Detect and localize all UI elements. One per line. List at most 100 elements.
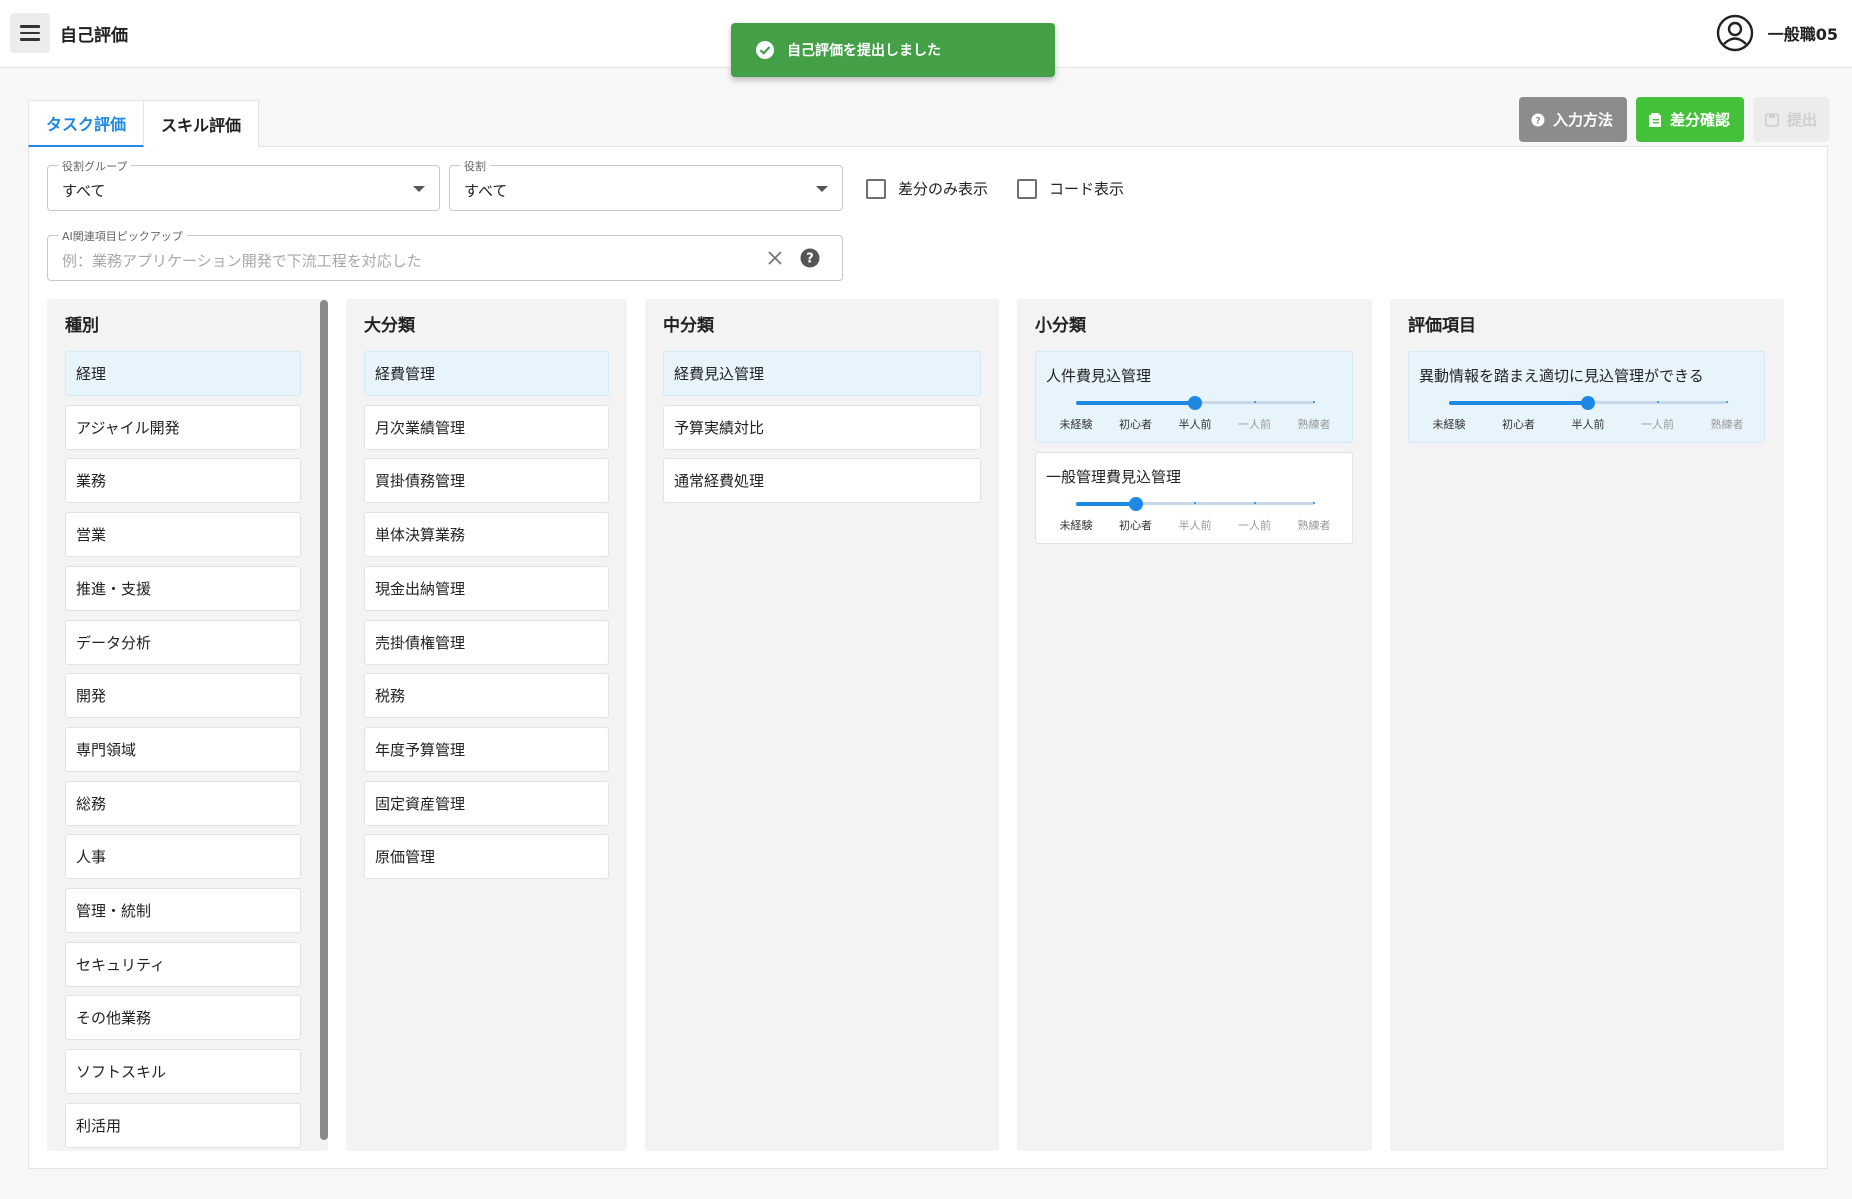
slider-level-label: 半人前 xyxy=(1178,519,1212,532)
role-value: すべて xyxy=(464,182,508,200)
document-icon xyxy=(1649,112,1661,127)
slider-thumb[interactable] xyxy=(1581,395,1595,410)
kind-item[interactable]: データ分析 xyxy=(65,619,301,665)
major-column: 大分類 経費管理月次業績管理 買掛債務管理 単体決算業務 現金出納管理 売掛債権管理 税務… xyxy=(346,299,627,1151)
slider-level-label: 未経験 xyxy=(1432,418,1466,431)
major-item[interactable]: 売掛債権管理 xyxy=(364,619,609,665)
kind-item[interactable]: 推進・支援 xyxy=(65,565,301,611)
slider-tick xyxy=(1313,401,1315,403)
clear-icon[interactable] xyxy=(764,247,786,269)
major-item[interactable]: 月次業績管理 xyxy=(364,404,609,450)
howto-button[interactable]: ? 入力方法 xyxy=(1519,97,1627,142)
slider-tick xyxy=(1656,401,1659,403)
major-item[interactable]: 経費管理 xyxy=(364,351,609,396)
middle-item[interactable]: 通常経費処理 xyxy=(663,458,981,504)
slider-level-label: 熟練者 xyxy=(1710,418,1744,431)
help-circle-icon: ? xyxy=(1531,113,1545,126)
minor-slider-card: 人件費見込管理 未経験 初心者 半人前 一人前 熟練者 xyxy=(1035,351,1353,443)
snackbar-message: 自己評価を提出しました xyxy=(787,43,941,59)
diff-only-checkbox[interactable]: 差分のみ表示 xyxy=(866,178,988,199)
kind-item[interactable]: 専門領域 xyxy=(65,726,301,772)
middle-column: 中分類 経費見込管理 予算実績対比 通常経費処理 xyxy=(645,299,999,1151)
kind-item[interactable]: ソフトスキル xyxy=(65,1049,301,1095)
slider-level-label: 未経験 xyxy=(1059,519,1093,532)
slider-level-label: 初心者 xyxy=(1119,519,1152,532)
ai-pickup-placeholder: 例：業務アプリケーション開発で下流工程を対応した xyxy=(62,252,422,270)
kind-column: 種別 経理アジャイル開発 業務営業推進・支援データ分析開発専門領域総務人事管理・統… xyxy=(47,299,328,1151)
eval-column: 評価項目 異動情報を踏まえ適切に見込管理ができる 未経験 初心者 半人前 一人前 熟練者 xyxy=(1390,299,1784,1151)
slider-tick xyxy=(1726,401,1728,403)
checkbox-icon[interactable] xyxy=(866,178,886,199)
user-menu[interactable]: 一般職05 xyxy=(1716,14,1838,52)
slider-level-label: 熟練者 xyxy=(1297,418,1331,431)
slider-level-label: 一人前 xyxy=(1641,418,1674,431)
minor-item-label: 一般管理費見込管理 xyxy=(1046,468,1182,486)
account-circle-icon xyxy=(1716,14,1753,52)
middle-item[interactable]: 予算実績対比 xyxy=(663,404,981,450)
slider-level-label: 一人前 xyxy=(1238,519,1271,532)
minor-column-title: 小分類 xyxy=(1035,316,1086,336)
kind-column-title: 種別 xyxy=(65,316,99,336)
slider-tick xyxy=(1253,502,1256,504)
ai-pickup-label: AI関連項目ピックアップ xyxy=(58,228,187,244)
major-item[interactable]: 買掛債務管理 xyxy=(364,458,609,504)
dropdown-arrow-icon xyxy=(816,186,828,192)
slider-level-label: 初心者 xyxy=(1502,418,1535,431)
kind-item[interactable]: 総務 xyxy=(65,780,301,826)
middle-item[interactable]: 経費見込管理 xyxy=(663,351,981,396)
major-item[interactable]: 原価管理 xyxy=(364,834,609,880)
kind-item[interactable]: 経理 xyxy=(65,351,301,396)
major-item[interactable]: 税務 xyxy=(364,673,609,719)
kind-item[interactable]: 利活用 xyxy=(65,1102,301,1148)
scrollbar[interactable] xyxy=(320,300,328,1140)
success-snackbar: 自己評価を提出しました xyxy=(731,23,1055,77)
checkbox-icon[interactable] xyxy=(1017,178,1037,199)
kind-item[interactable]: 管理・統制 xyxy=(65,888,301,933)
page-title: 自己評価 xyxy=(60,26,128,46)
major-item[interactable]: 現金出納管理 xyxy=(364,565,609,611)
eval-item-label: 異動情報を踏まえ適切に見込管理ができる xyxy=(1419,367,1704,385)
slider-level-label: 初心者 xyxy=(1119,418,1152,431)
diff-check-button[interactable]: 差分確認 xyxy=(1636,97,1744,142)
help-icon[interactable]: ? xyxy=(800,248,820,268)
minor-item-label: 人件費見込管理 xyxy=(1046,367,1152,385)
major-item[interactable]: 固定資産管理 xyxy=(364,780,609,826)
tab-task-evaluation[interactable]: タスク評価 xyxy=(28,100,145,147)
kind-item[interactable]: 営業 xyxy=(65,512,301,558)
role-label: 役割 xyxy=(460,158,490,174)
role-group-select[interactable]: 役割グループ すべて xyxy=(47,158,440,211)
svg-text:?: ? xyxy=(1535,116,1540,126)
slider-fill xyxy=(1076,501,1136,506)
code-display-checkbox[interactable]: コード表示 xyxy=(1017,178,1124,199)
major-item[interactable]: 単体決算業務 xyxy=(364,512,609,558)
slider-tick xyxy=(1253,401,1256,403)
menu-button[interactable] xyxy=(10,13,50,53)
role-group-label: 役割グループ xyxy=(58,158,132,174)
slider-level-label: 一人前 xyxy=(1238,418,1271,431)
kind-item[interactable]: 人事 xyxy=(65,834,301,880)
middle-column-title: 中分類 xyxy=(663,316,714,336)
kind-item[interactable]: 業務 xyxy=(65,458,301,504)
slider-thumb[interactable] xyxy=(1128,496,1143,511)
major-column-title: 大分類 xyxy=(364,316,415,336)
tab-skill-evaluation[interactable]: スキル評価 xyxy=(144,100,260,147)
kind-item[interactable]: セキュリティ xyxy=(65,941,301,987)
submit-button[interactable]: 提出 xyxy=(1753,97,1829,142)
role-select[interactable]: 役割 すべて xyxy=(449,158,843,211)
slider-level-label: 未経験 xyxy=(1059,418,1093,431)
toolbar: ? 入力方法 差分確認 提出 xyxy=(1519,97,1829,142)
kind-item[interactable]: その他業務 xyxy=(65,995,301,1041)
check-circle-icon xyxy=(756,41,774,59)
major-item[interactable]: 年度予算管理 xyxy=(364,726,609,772)
slider-thumb[interactable] xyxy=(1188,395,1202,410)
ai-pickup-input[interactable]: AI関連項目ピックアップ 例：業務アプリケーション開発で下流工程を対応した ? xyxy=(47,228,843,281)
eval-slider-card: 異動情報を踏まえ適切に見込管理ができる 未経験 初心者 半人前 一人前 熟練者 xyxy=(1408,351,1765,443)
kind-item[interactable]: アジャイル開発 xyxy=(65,404,301,450)
eval-column-title: 評価項目 xyxy=(1408,316,1476,336)
user-name: 一般職05 xyxy=(1767,25,1838,44)
slider-level-label: 熟練者 xyxy=(1297,519,1331,532)
save-icon xyxy=(1765,112,1779,127)
svg-text:?: ? xyxy=(806,252,814,267)
slider-tick xyxy=(1194,502,1196,504)
kind-item[interactable]: 開発 xyxy=(65,673,301,719)
